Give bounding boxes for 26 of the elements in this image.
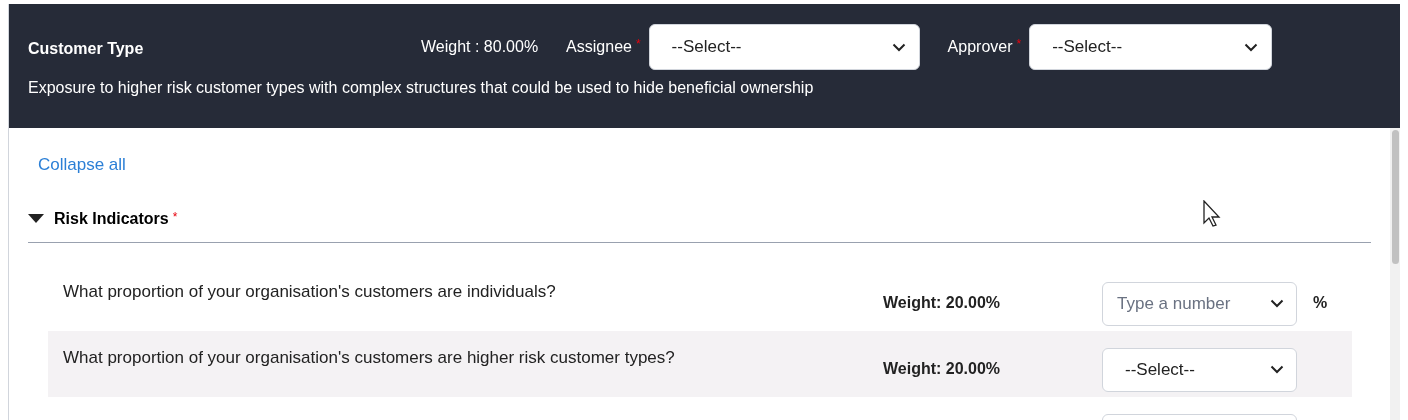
select-field[interactable]: --Select-- [1102,347,1297,392]
chevron-down-icon [1270,299,1284,308]
chevron-down-icon [1270,365,1284,374]
select-field[interactable]: Type a number [1102,281,1297,326]
unit-label: % [1313,292,1328,313]
section-title: Customer Type [28,39,145,59]
weight-label: Weight : 80.00% [421,37,539,57]
chevron-down-icon [1244,42,1259,52]
select-field[interactable]: --Select-- [1029,24,1273,70]
mouse-pointer-icon [1203,200,1222,228]
weight-label: Weight: 20.00% [883,358,1002,379]
required-asterisk: * [635,37,641,51]
required-asterisk: * [172,209,178,224]
collapse-triangle-icon[interactable] [28,213,44,224]
required-asterisk: * [1016,37,1022,51]
approver-label: Approver [947,37,1013,57]
weight-label: Weight: 20.00% [883,292,1002,313]
collapse-all-link[interactable]: Collapse all [38,155,126,174]
question-text: What proportion of your organisation's customers are higher risk customer types? [62,346,676,369]
group-title: Risk Indicators [54,208,169,229]
section-description: Exposure to higher risk customer types with complex structures that could be used to hide beneficial ownership [28,78,815,98]
question-text: What proportion of your organisation's customers are individuals? [62,280,557,303]
assignee-label: Assignee [566,37,632,57]
select-field[interactable]: --Select-- [648,24,920,70]
chevron-down-icon [891,42,906,52]
scrollbar-thumb[interactable] [1391,130,1399,264]
